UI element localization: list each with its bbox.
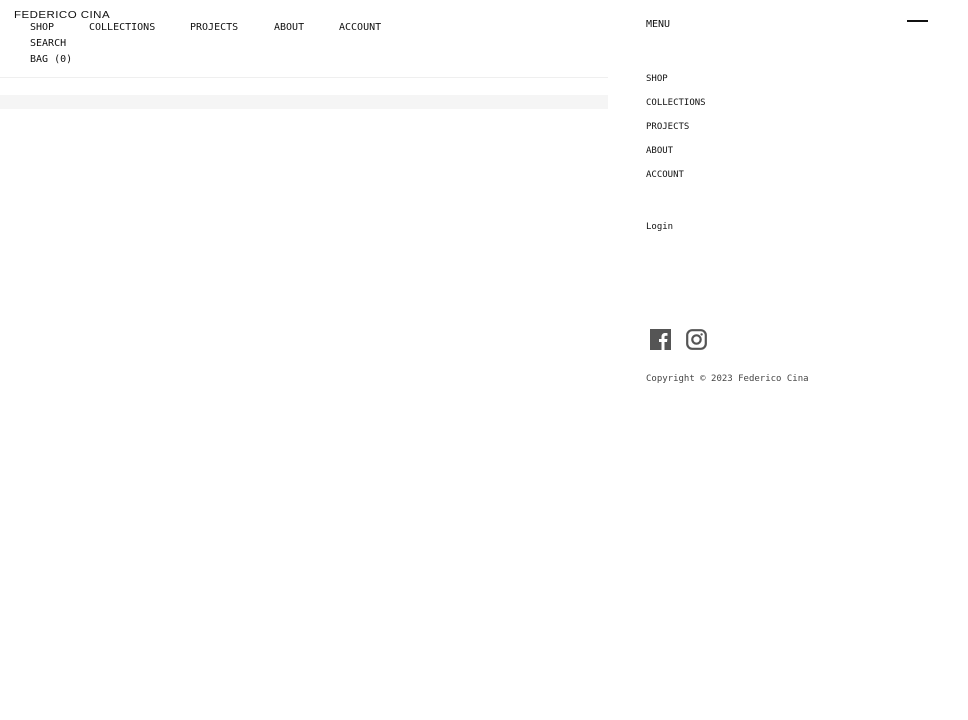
header-divider	[0, 77, 608, 78]
menu-title: MENU	[646, 19, 671, 30]
header-nav-collections[interactable]: COLLECTIONS	[89, 22, 190, 33]
close-menu-icon[interactable]	[907, 20, 928, 22]
login-link[interactable]: Login	[646, 222, 673, 232]
social-links	[650, 329, 707, 350]
menu-nav: SHOP COLLECTIONS PROJECTS ABOUT ACCOUNT	[646, 73, 706, 193]
header-nav-search[interactable]: SEARCH	[30, 38, 66, 49]
header-nav-about[interactable]: ABOUT	[274, 22, 339, 33]
menu-item-account[interactable]: ACCOUNT	[646, 169, 706, 193]
header-nav-primary: SHOP COLLECTIONS PROJECTS ABOUT ACCOUNT	[30, 19, 381, 35]
instagram-icon[interactable]	[686, 329, 707, 350]
header-nav-projects[interactable]: PROJECTS	[190, 22, 274, 33]
facebook-icon[interactable]	[650, 329, 671, 350]
menu-item-about[interactable]: ABOUT	[646, 145, 706, 169]
menu-item-shop[interactable]: SHOP	[646, 73, 706, 97]
header-nav-account[interactable]: ACCOUNT	[339, 22, 381, 33]
menu-item-collections[interactable]: COLLECTIONS	[646, 97, 706, 121]
content-placeholder-band	[0, 95, 608, 109]
menu-item-projects[interactable]: PROJECTS	[646, 121, 706, 145]
header-nav: SHOP COLLECTIONS PROJECTS ABOUT ACCOUNT …	[30, 19, 381, 67]
header-nav-bag[interactable]: BAG (0)	[30, 54, 72, 65]
copyright-text: Copyright © 2023 Federico Cina	[646, 374, 809, 384]
header-nav-shop[interactable]: SHOP	[30, 22, 89, 33]
